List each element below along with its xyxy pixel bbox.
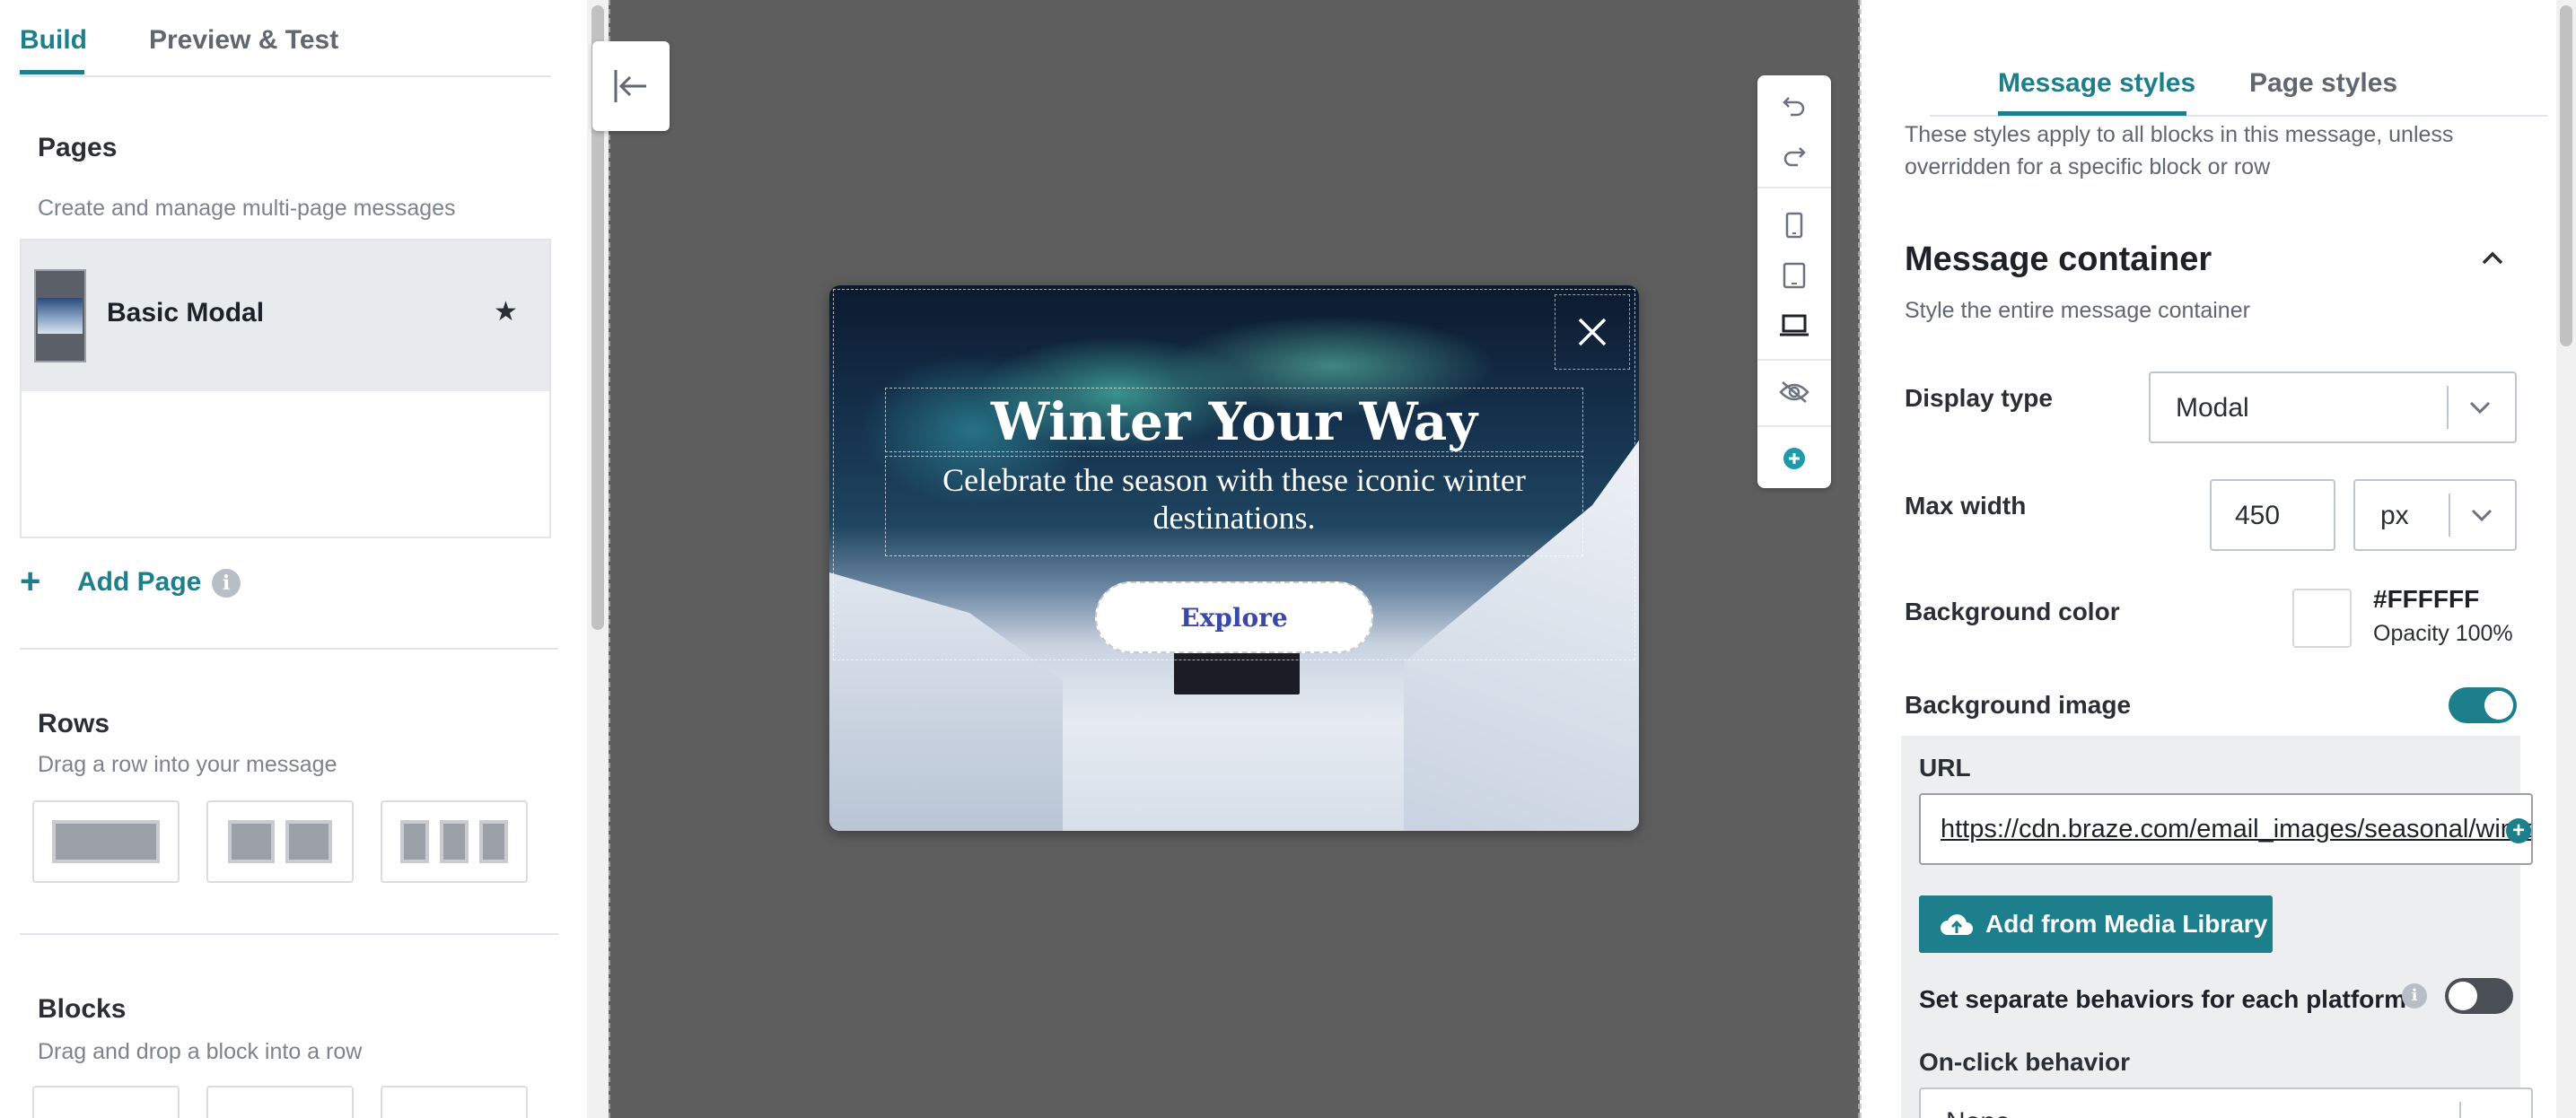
page-list: Basic Modal ★ xyxy=(20,239,551,538)
block-tile[interactable] xyxy=(206,1086,354,1118)
tab-page-styles[interactable]: Page styles xyxy=(2249,68,2397,99)
tab-message-styles[interactable]: Message styles xyxy=(1998,68,2195,99)
chevron-down-icon xyxy=(2469,401,2491,415)
plus-icon: + xyxy=(20,562,41,601)
mobile-icon[interactable] xyxy=(1757,201,1831,249)
chevron-up-icon[interactable] xyxy=(2481,249,2504,266)
add-icon[interactable] xyxy=(1757,434,1831,483)
message-modal[interactable]: Winter Your Way Celebrate the season wit… xyxy=(829,285,1639,831)
onclick-behavior-label: On-click behavior xyxy=(1919,1048,2130,1076)
max-width-input[interactable]: 450 xyxy=(2210,479,2335,551)
undo-icon[interactable] xyxy=(1757,81,1831,129)
display-type-select[interactable]: Modal xyxy=(2149,371,2517,443)
tablet-icon[interactable] xyxy=(1757,251,1831,300)
block-tile[interactable] xyxy=(32,1086,180,1118)
chevron-down-icon xyxy=(2471,509,2493,522)
modal-title[interactable]: Winter Your Way xyxy=(829,391,1639,452)
desktop-icon[interactable] xyxy=(1757,301,1831,350)
rows-title: Rows xyxy=(38,709,110,738)
separate-behaviors-label: Set separate behaviors for each platform xyxy=(1919,985,2407,1013)
onclick-behavior-value: None xyxy=(1946,1107,2011,1118)
add-page-label: Add Page xyxy=(77,567,202,597)
add-from-media-library-button[interactable]: Add from Media Library xyxy=(1919,895,2273,953)
background-color-hex[interactable]: #FFFFFF xyxy=(2373,585,2479,614)
right-scrollbar[interactable] xyxy=(2556,0,2576,1118)
styles-description: These styles apply to all blocks in this… xyxy=(1905,122,2454,179)
media-button-label: Add from Media Library xyxy=(1985,910,2268,938)
background-color-opacity: Opacity 100% xyxy=(2373,621,2513,646)
blocks-subtitle: Drag and drop a block into a row xyxy=(38,1039,363,1064)
row-three-column[interactable] xyxy=(381,800,528,883)
background-image-settings: URL https://cdn.braze.com/email_images/s… xyxy=(1901,736,2533,1118)
modal-subtitle[interactable]: Celebrate the season with these iconic w… xyxy=(901,461,1567,537)
close-icon[interactable] xyxy=(1555,294,1630,370)
canvas-toolbar xyxy=(1757,75,1831,488)
tab-build[interactable]: Build xyxy=(20,25,87,56)
background-image-label: Background image xyxy=(1905,691,2132,719)
collapse-left-icon xyxy=(614,70,646,102)
max-width-value: 450 xyxy=(2235,501,2281,530)
cloud-upload-icon xyxy=(1941,914,1973,935)
left-scrollbar[interactable] xyxy=(587,0,609,1118)
add-url-icon[interactable]: + xyxy=(2506,818,2531,843)
rows-subtitle: Drag a row into your message xyxy=(38,752,337,777)
page-name: Basic Modal xyxy=(107,298,265,328)
star-icon[interactable]: ★ xyxy=(494,296,518,328)
section-title: Message container xyxy=(1905,240,2212,278)
styles-panel: Message styles Page styles These styles … xyxy=(1860,0,2576,1118)
pages-subtitle: Create and manage multi-page messages xyxy=(38,196,456,221)
info-icon[interactable]: i xyxy=(2402,983,2427,1009)
display-type-label: Display type xyxy=(1905,384,2053,412)
divider xyxy=(20,648,558,650)
url-value: https://cdn.braze.com/email_images/seaso… xyxy=(1941,815,2533,843)
explore-button[interactable]: Explore xyxy=(1095,581,1373,653)
url-label: URL xyxy=(1919,754,1971,782)
build-panel: Build Preview & Test Pages Create and ma… xyxy=(0,0,609,1118)
row-one-column[interactable] xyxy=(32,800,180,883)
row-two-column[interactable] xyxy=(206,800,354,883)
max-width-unit-select[interactable]: px xyxy=(2353,479,2517,551)
divider xyxy=(20,933,558,935)
onclick-behavior-select[interactable]: None xyxy=(1919,1087,2533,1118)
color-swatch[interactable] xyxy=(2292,589,2352,648)
redo-icon[interactable] xyxy=(1757,131,1831,179)
background-color-label: Background color xyxy=(1905,598,2120,625)
background-image-toggle[interactable] xyxy=(2449,687,2517,723)
page-item-basic-modal[interactable]: Basic Modal ★ xyxy=(22,240,549,391)
active-tab-indicator xyxy=(1998,111,2186,116)
info-icon[interactable]: i xyxy=(212,569,241,598)
page-thumbnail xyxy=(34,269,86,362)
separate-behaviors-toggle[interactable] xyxy=(2445,978,2513,1014)
right-tabs: Message styles Page styles xyxy=(1930,0,2547,117)
pages-title: Pages xyxy=(38,133,118,162)
max-width-label: Max width xyxy=(1905,492,2027,520)
url-input[interactable]: https://cdn.braze.com/email_images/seaso… xyxy=(1919,793,2533,865)
left-tabs: Build Preview & Test xyxy=(20,0,551,77)
max-width-unit: px xyxy=(2380,501,2409,530)
collapse-panel-button[interactable] xyxy=(592,41,670,131)
hide-icon[interactable] xyxy=(1757,368,1831,416)
active-tab-indicator xyxy=(20,70,84,74)
section-subtitle: Style the entire message container xyxy=(1905,298,2250,323)
blocks-title: Blocks xyxy=(38,994,127,1024)
block-tile[interactable] xyxy=(381,1086,528,1118)
tab-preview-test[interactable]: Preview & Test xyxy=(149,25,338,56)
display-type-value: Modal xyxy=(2176,393,2249,423)
